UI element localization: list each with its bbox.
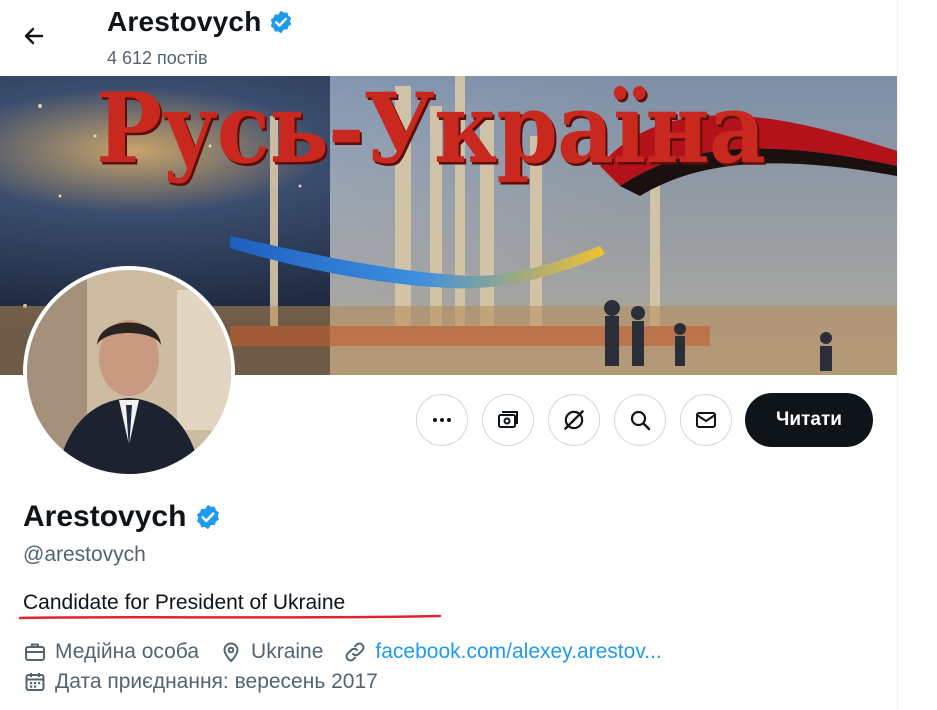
joined-text: Дата приєднання: вересень 2017	[55, 670, 378, 693]
location-item: Ukraine	[219, 640, 323, 664]
profile-handle: @arestovych	[23, 543, 146, 566]
more-dots-icon	[433, 418, 451, 422]
verified-badge-icon	[270, 10, 291, 34]
website-link[interactable]: facebook.com/alexey.arestov...	[375, 640, 661, 664]
posts-count: 4 612 постів	[107, 48, 208, 68]
category-item: Медійна особа	[23, 640, 199, 664]
follow-button[interactable]: Читати	[745, 393, 873, 447]
briefcase-icon	[25, 643, 45, 661]
arrow-left-icon	[24, 27, 44, 45]
grok-button[interactable]	[548, 394, 600, 446]
back-button[interactable]	[14, 16, 54, 56]
header-title: Arestovych	[107, 6, 294, 38]
website-item[interactable]: facebook.com/alexey.arestov...	[343, 640, 662, 664]
verified-badge-icon[interactable]	[194, 503, 222, 531]
link-icon	[345, 642, 365, 662]
category-text: Медійна особа	[55, 640, 200, 663]
envelope-icon	[696, 412, 716, 428]
location-text: Ukraine	[251, 640, 324, 663]
joined-item: Дата приєднання: вересень 2017	[23, 670, 378, 694]
more-button[interactable]	[416, 394, 468, 446]
location-pin-icon	[223, 642, 239, 663]
profile-column: Arestovych 4 612 постів Русь-Україна Чит…	[0, 0, 898, 710]
header-name: Arestovych	[107, 6, 262, 37]
grok-icon	[564, 410, 584, 430]
profile-name: Arestovych	[23, 500, 222, 534]
search-icon	[630, 410, 651, 431]
profile-meta-row: Медійна особа Ukraine facebook.com/alexe…	[23, 640, 682, 664]
bio-red-underline	[18, 614, 442, 620]
calendar-icon	[25, 673, 45, 691]
message-button[interactable]	[680, 394, 732, 446]
money-icon	[498, 411, 518, 428]
profile-name-text: Arestovych	[23, 500, 187, 533]
search-profile-button[interactable]	[614, 394, 666, 446]
subscribe-money-button[interactable]	[482, 394, 534, 446]
banner-title: Русь-Україна	[96, 70, 766, 186]
avatar-photo	[27, 270, 231, 474]
avatar[interactable]	[23, 266, 235, 478]
profile-bio: Candidate for President of Ukraine	[23, 591, 346, 614]
profile-joined-row: Дата приєднання: вересень 2017	[23, 670, 398, 694]
